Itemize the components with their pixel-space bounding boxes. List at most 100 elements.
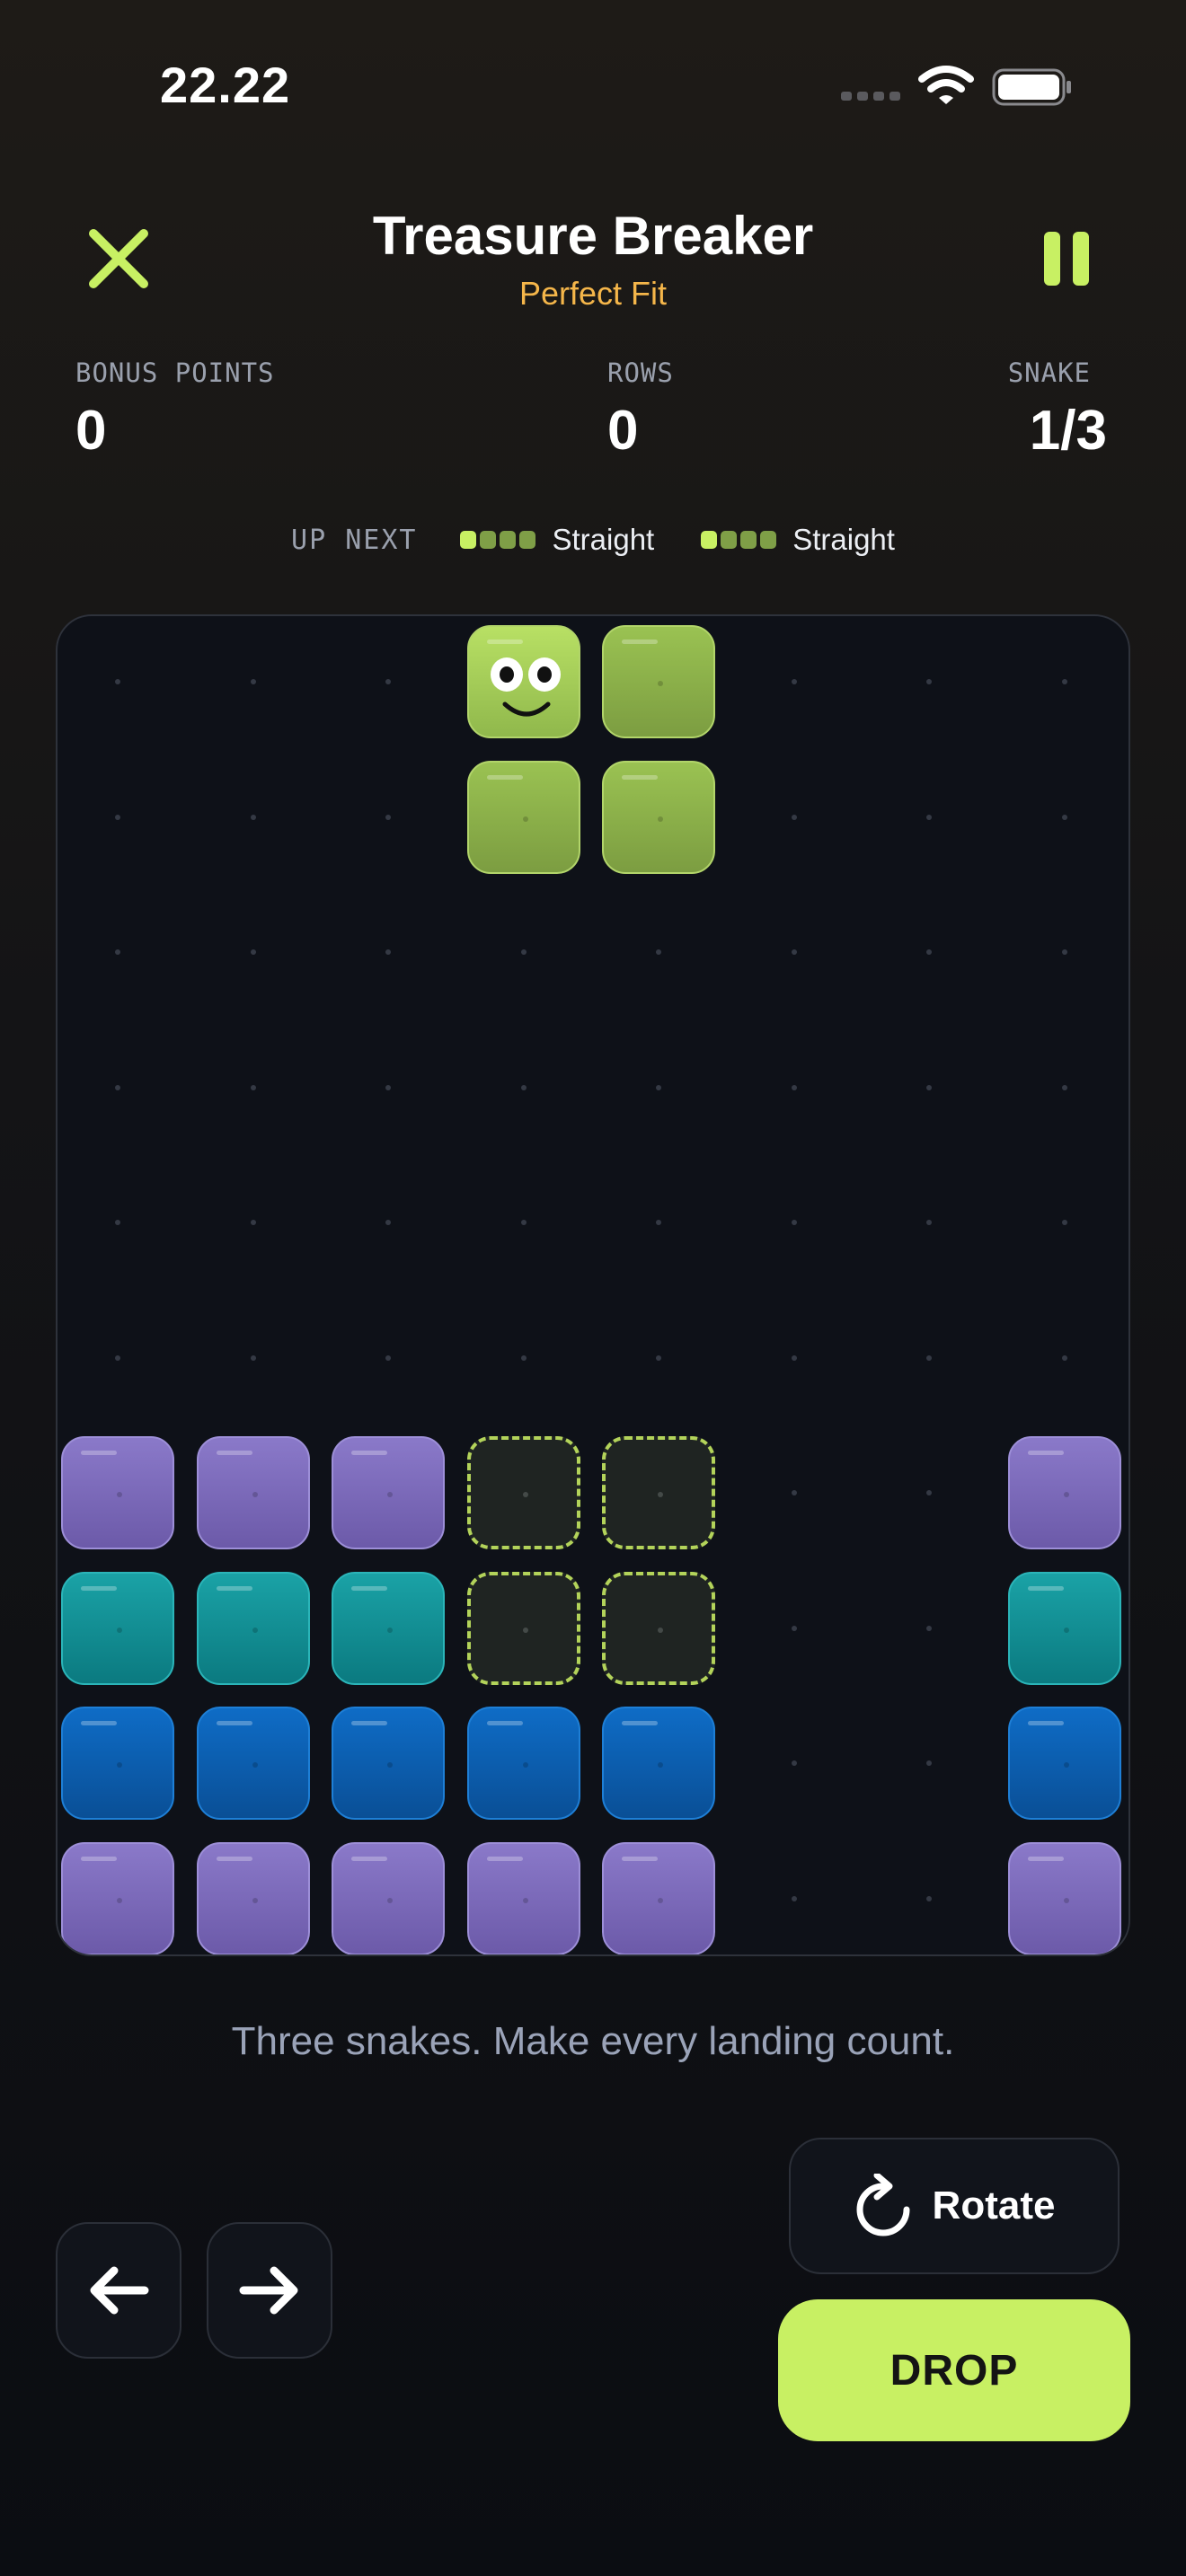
grid-dot (115, 679, 120, 684)
straight-piece-icon (460, 531, 536, 549)
purple-block (61, 1436, 174, 1549)
grid-dot (791, 1625, 797, 1631)
purple-block (1007, 1436, 1121, 1549)
drop-ghost (466, 1571, 580, 1685)
snake-body (466, 760, 580, 874)
grid-dot (1061, 1084, 1067, 1090)
grid-dot (385, 1084, 391, 1090)
grid-dot (250, 949, 256, 955)
grid-dot (1061, 1354, 1067, 1361)
up-next-piece-name: Straight (792, 523, 895, 556)
grid-dot (385, 949, 391, 955)
rotate-label: Rotate (932, 2183, 1056, 2228)
rows-label: ROWS (607, 357, 674, 388)
move-left-button[interactable] (56, 2222, 181, 2359)
grid-dot (385, 1354, 391, 1361)
up-next-bar: UP NEXT Straight Straight (0, 523, 1186, 557)
snake-body (602, 760, 715, 874)
bonus-points-label: BONUS POINTS (75, 357, 275, 388)
grid-dot (791, 1490, 797, 1495)
grid-dot (1061, 679, 1067, 684)
snake-body (602, 625, 715, 738)
rotate-icon (856, 2174, 910, 2236)
drop-ghost (602, 1571, 715, 1685)
teal-block (332, 1571, 445, 1685)
grid-dot (926, 1895, 932, 1901)
grid-dot (926, 1760, 932, 1766)
game-board[interactable] (56, 614, 1130, 1956)
grid-dot (656, 1354, 661, 1361)
purple-block (602, 1841, 715, 1954)
grid-dot (250, 1354, 256, 1361)
snake-eye (527, 657, 561, 692)
purple-block (466, 1841, 580, 1954)
move-right-button[interactable] (207, 2222, 332, 2359)
game-title: Treasure Breaker (372, 206, 814, 266)
purple-block (196, 1436, 310, 1549)
pause-icon-bar (1044, 232, 1060, 286)
purple-block (196, 1841, 310, 1954)
grid-dot (1061, 814, 1067, 820)
grid-dot (520, 949, 527, 955)
arrow-right-icon (239, 2266, 298, 2315)
drop-button[interactable]: DROP (778, 2299, 1130, 2441)
grid-dot (926, 1490, 932, 1495)
purple-block (61, 1841, 174, 1954)
grid-dot (926, 1084, 932, 1090)
grid-dot (926, 1625, 932, 1631)
teal-block (61, 1571, 174, 1685)
blue-block (466, 1707, 580, 1820)
hint-text: Three snakes. Make every landing count. (231, 2019, 955, 2063)
grid-dot (385, 814, 391, 820)
purple-block (1007, 1841, 1121, 1954)
level-subtitle: Perfect Fit (518, 275, 668, 312)
grid-dot (926, 679, 932, 684)
battery-icon (992, 68, 1071, 106)
grid-dot (791, 1220, 797, 1225)
grid-dot (656, 1084, 661, 1090)
grid-dot (115, 1084, 120, 1090)
grid-dot (926, 1354, 932, 1361)
grid-dot (791, 1895, 797, 1901)
grid-dot (250, 1084, 256, 1090)
grid-dot (791, 949, 797, 955)
grid-dot (250, 814, 256, 820)
grid-dot (115, 1220, 120, 1225)
drop-ghost (602, 1436, 715, 1549)
status-time: 22.22 (160, 57, 291, 113)
wifi-icon (918, 66, 974, 104)
teal-block (1007, 1571, 1121, 1685)
grid-dot (520, 1084, 527, 1090)
pause-icon-bar (1073, 232, 1089, 286)
up-next-piece-name: Straight (552, 523, 655, 556)
snake-eye (490, 657, 523, 692)
rotate-button[interactable]: Rotate (789, 2138, 1120, 2274)
grid-dot (791, 1760, 797, 1766)
grid-dot (115, 949, 120, 955)
grid-dot (385, 679, 391, 684)
grid-dot (1061, 1220, 1067, 1225)
blue-block (61, 1707, 174, 1820)
straight-piece-icon (701, 531, 777, 549)
grid-dot (926, 1220, 932, 1225)
up-next-item: Straight (460, 523, 654, 557)
up-next-label: UP NEXT (291, 524, 418, 556)
grid-dot (250, 1220, 256, 1225)
grid-dot (520, 1220, 527, 1225)
grid-dot (791, 1354, 797, 1361)
purple-block (332, 1436, 445, 1549)
snake-value: 1/3 (1029, 400, 1107, 462)
blue-block (1007, 1707, 1121, 1820)
grid-dot (656, 949, 661, 955)
grid-dot (926, 949, 932, 955)
rows-value: 0 (607, 400, 639, 462)
grid-dot (115, 1354, 120, 1361)
purple-block (332, 1841, 445, 1954)
grid-dot (1061, 949, 1067, 955)
drop-label: DROP (890, 2346, 1019, 2395)
arrow-left-icon (90, 2266, 149, 2315)
snake-smile-icon (502, 701, 550, 717)
snake-label: SNAKE (1007, 357, 1091, 388)
pause-button[interactable] (1044, 232, 1089, 286)
blue-block (602, 1707, 715, 1820)
